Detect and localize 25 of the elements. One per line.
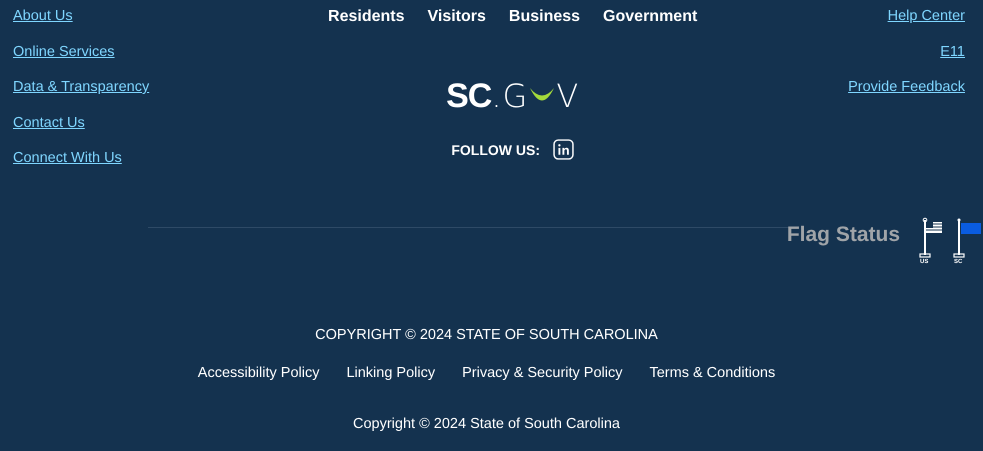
- nav-link[interactable]: Government: [603, 6, 698, 27]
- footer-link[interactable]: Contact Us: [13, 112, 150, 134]
- footer-link[interactable]: Provide Feedback: [848, 77, 965, 98]
- nav-link[interactable]: Residents: [328, 6, 404, 27]
- policy-link[interactable]: Terms & Conditions: [649, 365, 776, 381]
- footer-link[interactable]: Connect With Us: [13, 148, 150, 169]
- logo-text: V: [556, 79, 580, 113]
- footer-link[interactable]: About Us: [13, 6, 150, 27]
- policy-link[interactable]: Accessibility Policy: [198, 365, 320, 381]
- footer-link[interactable]: E11: [940, 42, 965, 62]
- linkedin-icon[interactable]: [552, 139, 574, 160]
- nav-link[interactable]: Visitors: [428, 6, 486, 27]
- logo-text: SC: [446, 79, 492, 113]
- copyright-text: COPYRIGHT © 2024 STATE OF SOUTH CAROLINA: [315, 327, 658, 343]
- flag-status-label: Flag Status: [786, 223, 900, 247]
- nav-link[interactable]: Business: [508, 6, 580, 27]
- footer-link[interactable]: Help Center: [888, 6, 965, 27]
- follow-label: FOLLOW US:: [451, 142, 540, 158]
- policy-link[interactable]: Privacy & Security Policy: [462, 365, 622, 381]
- flag-icon: [953, 217, 983, 259]
- footer-link[interactable]: Online Services: [13, 42, 150, 62]
- copyright-text: Copyright © 2024 State of South Carolina: [352, 416, 620, 432]
- logo-text: .G: [491, 79, 528, 113]
- policy-link[interactable]: Linking Policy: [346, 365, 436, 381]
- footer-link[interactable]: Data & Transparency: [13, 77, 150, 98]
